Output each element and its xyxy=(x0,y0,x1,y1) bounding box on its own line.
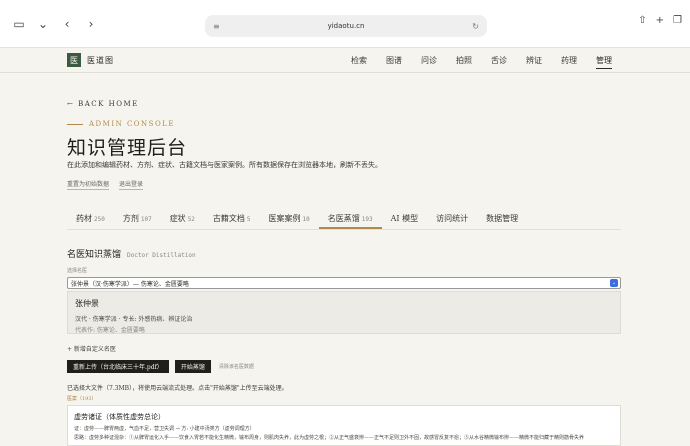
chevron-down-icon: ⌄ xyxy=(610,279,618,287)
case-title: 虚劳诸证（体质性虚劳总论） xyxy=(74,413,165,421)
eyebrow: ADMIN CONSOLE xyxy=(67,120,175,128)
main-nav: 检索 图谱 问诊 拍照 舌诊 辨证 药理 管理 xyxy=(351,55,612,69)
eyebrow-dash xyxy=(67,123,83,125)
case-entry[interactable]: 虚劳诸证（体质性虚劳总论） 证：虚劳——脾胃两虚，气血不足，营卫失调 → 方: … xyxy=(67,405,621,446)
tab-count: 10 xyxy=(302,216,310,223)
nav-item-tongue[interactable]: 舌诊 xyxy=(491,55,507,69)
site-logo[interactable]: 医 医道图 xyxy=(67,53,114,67)
tab-count: 193 xyxy=(361,216,373,223)
tab-count: 250 xyxy=(94,216,105,223)
cases-label: 医案（193） xyxy=(67,396,97,402)
reload-icon[interactable]: ↻ xyxy=(472,22,479,31)
nav-item-photo[interactable]: 拍照 xyxy=(456,55,472,69)
chevron-down-icon[interactable]: ⌄ xyxy=(34,15,52,33)
tab-analytics[interactable]: 访问统计 xyxy=(427,208,477,229)
page-subtitle: 在此添加和编辑药材、方剂、症状、古籍文档与医家案例。所有数据保存在浏览器本地，刷… xyxy=(67,161,382,169)
tab-label: 方剂 xyxy=(122,214,139,223)
url-text: yidaotu.cn xyxy=(327,22,365,30)
tabs-icon[interactable]: ❐ xyxy=(673,15,682,26)
forward-icon[interactable]: › xyxy=(82,15,100,33)
clear-doctor-data-link[interactable]: 清除该名医数据 xyxy=(219,363,254,370)
doctor-card: 张仲景 汉代 · 伤寒学派 · 专长: 外感热病、辨证论治 代表作: 伤寒论、金… xyxy=(67,291,621,334)
page-title: 知识管理后台 xyxy=(67,137,188,159)
tab-count: 107 xyxy=(140,216,152,223)
nav-item-admin[interactable]: 管理 xyxy=(596,55,612,69)
new-tab-icon[interactable]: + xyxy=(656,15,664,26)
tab-label: AI 模型 xyxy=(390,214,419,223)
header-links: 重置为初始数据 退出登录 xyxy=(67,179,144,190)
address-bar[interactable]: ≡ yidaotu.cn ↻ xyxy=(205,15,487,37)
share-icon[interactable]: ⇧ xyxy=(638,15,646,26)
tab-distillation[interactable]: 名医蒸馏 193 xyxy=(318,208,382,229)
nav-item-search[interactable]: 检索 xyxy=(351,55,367,69)
page-settings-icon[interactable]: ≡ xyxy=(213,22,220,31)
admin-tabs: 药材 250 方剂 107 症状 52 古籍文档 5 医案案例 10 名医蒸馏 193 AI… xyxy=(67,208,621,230)
tab-data-management[interactable]: 数据管理 xyxy=(477,208,527,229)
doctor-name: 张仲景 xyxy=(75,299,99,308)
tab-label: 数据管理 xyxy=(486,214,519,223)
section-title-text: 名医知识蒸馏 xyxy=(67,250,122,260)
back-icon[interactable]: ‹ xyxy=(58,15,76,33)
tab-label: 医案案例 xyxy=(268,214,301,223)
tab-label: 访问统计 xyxy=(436,214,469,223)
browser-toolbar: ▭ ⌄ ‹ › ≡ yidaotu.cn ↻ ⇧ + ❐ xyxy=(0,0,690,48)
tab-ai-model[interactable]: AI 模型 xyxy=(382,208,427,229)
case-pattern: 证：虚劳——脾胃两虚，气血不足，营卫失调 → 方: 小建中汤类方（虚劳调理方） xyxy=(74,426,255,432)
tab-label: 古籍文档 xyxy=(212,214,245,223)
nav-item-diagnosis[interactable]: 辨证 xyxy=(526,55,542,69)
tab-label: 症状 xyxy=(169,214,186,223)
tab-label: 药材 xyxy=(76,214,92,223)
logout-link[interactable]: 退出登录 xyxy=(119,179,144,190)
tab-count: 5 xyxy=(246,216,251,223)
nav-item-pharmacology[interactable]: 药理 xyxy=(561,55,577,69)
start-distill-button[interactable]: 开始蒸馏 xyxy=(174,360,211,373)
doctor-select-value: 张仲景（汉·伤寒学派）— 伤寒论、金匮要略 xyxy=(71,280,189,288)
tab-cases[interactable]: 医案案例 10 xyxy=(260,208,319,229)
section-title: 名医知识蒸馏 Doctor Distillation xyxy=(67,247,196,260)
sidebar-icon[interactable]: ▭ xyxy=(10,15,28,33)
reupload-button[interactable]: 重新上传（台北临床三十年.pdf） xyxy=(67,360,169,373)
logo-mark: 医 xyxy=(67,53,81,67)
back-home-link[interactable]: ← BACK HOME xyxy=(67,100,139,108)
nav-divider xyxy=(0,72,690,73)
doctor-works: 代表作: 伤寒论、金匮要略 xyxy=(75,327,145,334)
nav-item-graph[interactable]: 图谱 xyxy=(386,55,402,69)
tab-count: 52 xyxy=(187,216,195,223)
tab-formulas[interactable]: 方剂 107 xyxy=(114,208,161,229)
reset-data-link[interactable]: 重置为初始数据 xyxy=(67,179,110,190)
section-title-en: Doctor Distillation xyxy=(127,252,196,259)
tab-label: 名医蒸馏 xyxy=(327,214,360,223)
nav-item-consult[interactable]: 问诊 xyxy=(421,55,437,69)
eyebrow-text: ADMIN CONSOLE xyxy=(89,120,175,128)
case-reasoning: 思路：虚劳多种证混杂：①从脾胃运化入手——饮食入胃若不能化生精微，输布周身，则肌… xyxy=(74,435,585,441)
doctor-select-label: 选择名医 xyxy=(67,268,88,274)
tab-herbs[interactable]: 药材 250 xyxy=(67,208,114,229)
tab-classics[interactable]: 古籍文档 5 xyxy=(204,208,260,229)
site-name: 医道图 xyxy=(87,55,114,65)
add-doctor-link[interactable]: + 新增自定义名医 xyxy=(67,344,116,353)
doctor-meta: 汉代 · 伤寒学派 · 专长: 外感热病、辨证论治 xyxy=(75,316,193,323)
doctor-select[interactable]: 张仲景（汉·伤寒学派）— 伤寒论、金匮要略 ⌄ xyxy=(67,277,621,289)
site-header: 医 医道图 检索 图谱 问诊 拍照 舌诊 辨证 药理 管理 xyxy=(0,48,690,72)
tab-symptoms[interactable]: 症状 52 xyxy=(161,208,204,229)
upload-note: 已选择大文件（7.3MB），将使用云端流式处理。点击"开始蒸馏"上传至云端处理。 xyxy=(67,385,288,392)
action-row: 重新上传（台北临床三十年.pdf） 开始蒸馏 清除该名医数据 xyxy=(67,360,254,373)
